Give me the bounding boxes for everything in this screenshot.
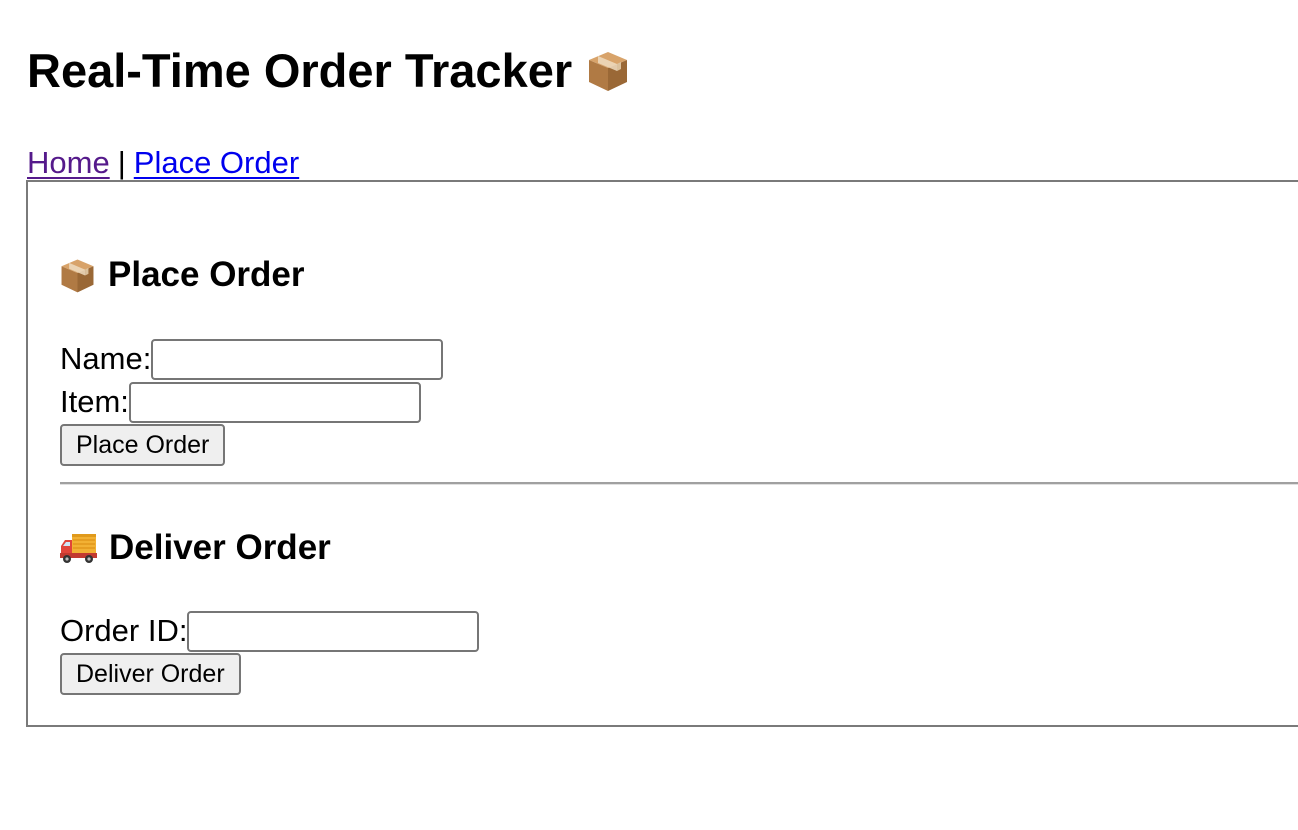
package-icon [586,49,630,93]
deliver-order-heading: Deliver Order [59,528,331,568]
name-field-row: Name: [60,338,444,380]
place-order-heading: Place Order [59,255,305,295]
delivery-truck-icon [59,531,97,565]
name-label: Name: [60,341,152,376]
nav-link-place-order[interactable]: Place Order [134,145,299,180]
deliver-order-heading-text: Deliver Order [109,528,331,567]
order-id-input[interactable] [187,610,480,652]
place-order-heading-text: Place Order [108,255,305,294]
place-order-button[interactable]: Place Order [60,424,226,466]
section-divider [60,482,1298,485]
nav-separator: | [117,145,126,180]
deliver-order-button[interactable]: Deliver Order [60,653,241,695]
item-input[interactable] [128,381,421,423]
page-title-text: Real-Time Order Tracker [27,44,573,97]
order-id-field-row: Order ID: [60,610,480,652]
nav-link-home[interactable]: Home [27,145,110,180]
item-label: Item: [60,384,129,419]
page-title: Real-Time Order Tracker [27,40,630,102]
name-input[interactable] [151,338,444,380]
top-nav: Home | Place Order [27,145,299,181]
order-id-label: Order ID: [60,613,188,648]
package-icon [59,257,96,294]
item-field-row: Item: [60,381,421,423]
